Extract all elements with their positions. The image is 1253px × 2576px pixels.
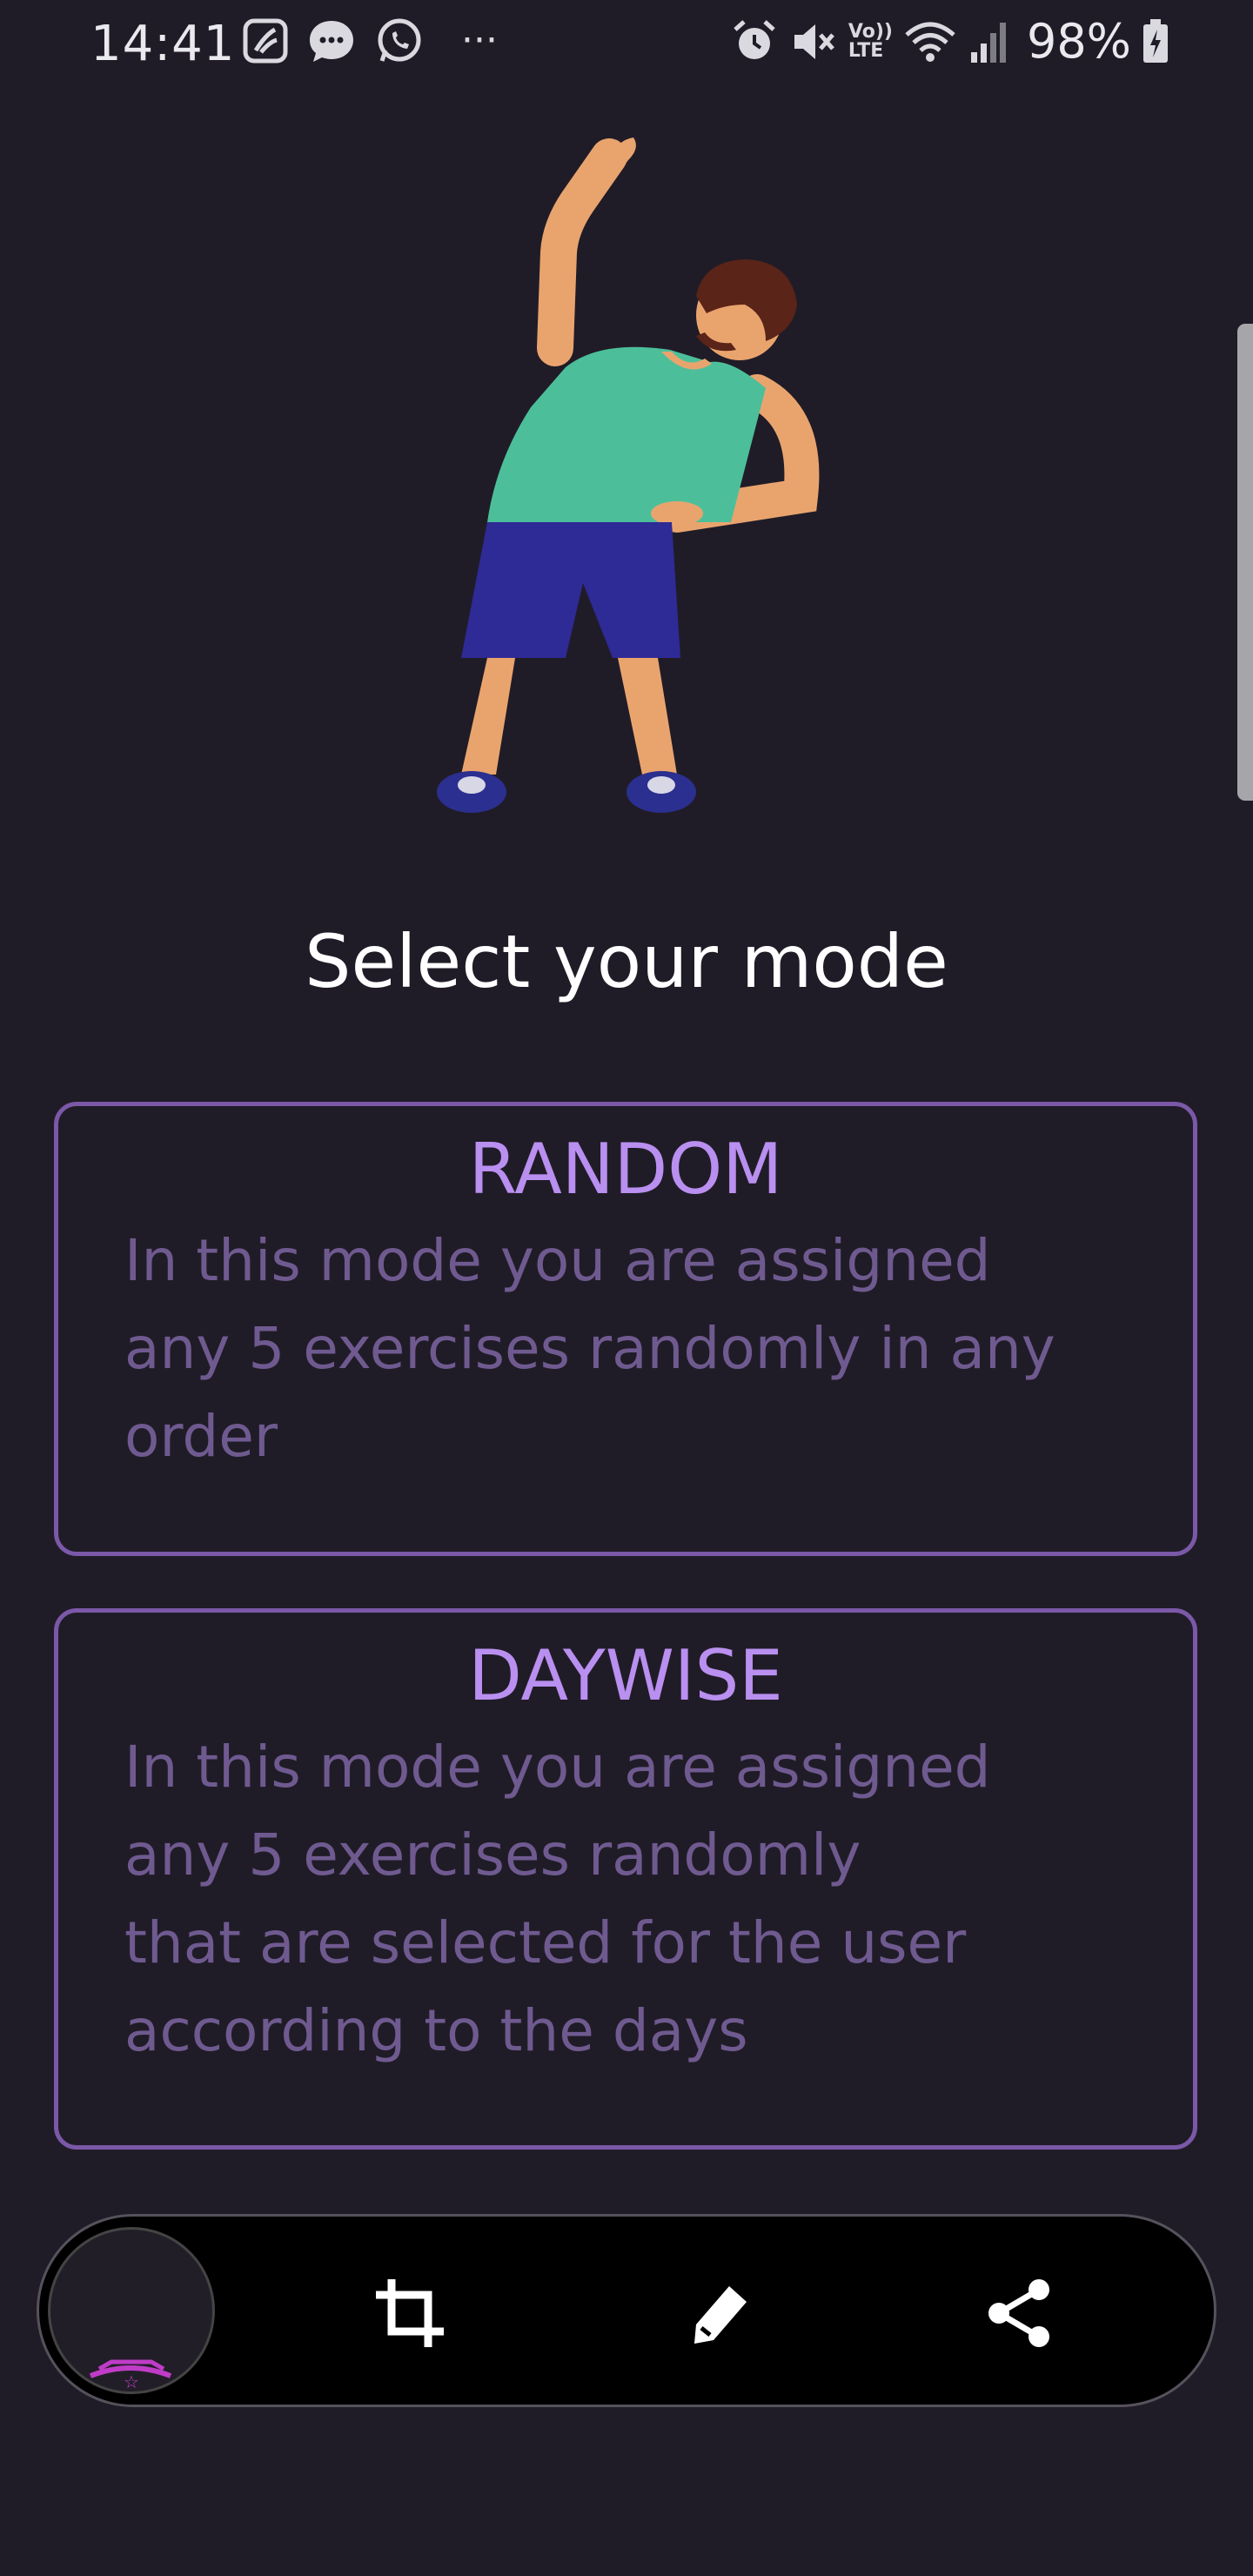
mode-description: In this mode you are assigned any 5 exer… [124, 1227, 1055, 1470]
mode-title: RANDOM [468, 1129, 783, 1210]
status-time: 14:41 [90, 16, 236, 72]
notification-icons: ··· [242, 16, 498, 66]
jiosaavn-icon [243, 18, 288, 64]
mode-title: DAYWISE [468, 1635, 783, 1716]
volte-icon: Vo)) LTE [848, 20, 893, 62]
thumbnail-preview-icon: ☆ [89, 2359, 172, 2392]
mute-icon [794, 23, 834, 59]
svg-text:☆: ☆ [124, 2371, 139, 2392]
messages-icon [310, 21, 353, 62]
wifi-icon [905, 22, 955, 62]
page-title: Select your mode [305, 919, 948, 1004]
battery-percent: 98% [1026, 14, 1131, 69]
crop-icon [376, 2279, 444, 2347]
system-icons: Vo)) LTE 98% [730, 14, 1169, 69]
edit-button[interactable] [670, 2265, 766, 2361]
scrollbar[interactable] [1237, 324, 1253, 801]
stretching-man-illustration [437, 138, 820, 813]
signal-icon [970, 22, 1006, 63]
edit-pen-icon [694, 2286, 747, 2344]
status-bar: 14:41 ··· Vo)) LTE 98% [0, 0, 1253, 84]
screenshot-toolbar: ☆ [37, 2214, 1216, 2407]
more-dots-icon: ··· [461, 18, 498, 63]
crop-button[interactable] [362, 2265, 458, 2361]
whatsapp-icon [378, 18, 421, 62]
battery-icon [1143, 18, 1168, 63]
mode-card-random[interactable]: RANDOM In this mode you are assigned any… [54, 1102, 1197, 1556]
alarm-icon [734, 19, 775, 59]
share-button[interactable] [973, 2265, 1069, 2361]
share-icon [988, 2279, 1049, 2347]
mode-card-daywise[interactable]: DAYWISE In this mode you are assigned an… [54, 1608, 1197, 2150]
mode-description: In this mode you are assigned any 5 exer… [124, 1734, 991, 2064]
screenshot-thumbnail[interactable]: ☆ [48, 2227, 215, 2394]
